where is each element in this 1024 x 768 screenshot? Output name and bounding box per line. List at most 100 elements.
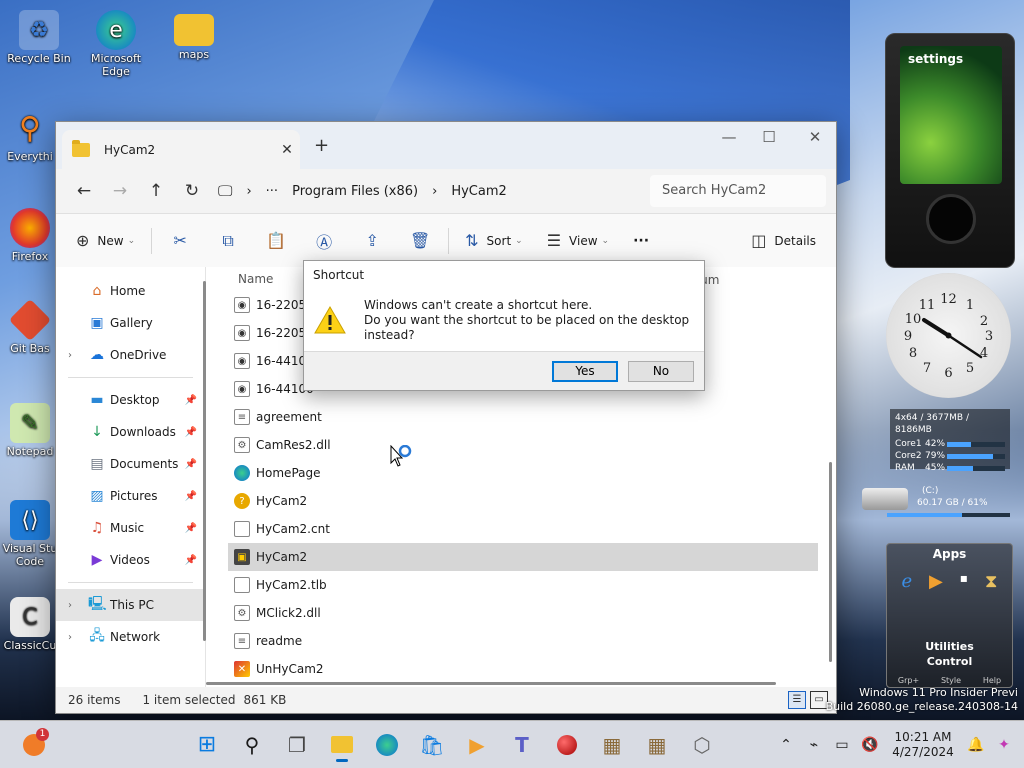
paste-button[interactable]: 📋 [252, 224, 300, 258]
address-bar[interactable]: 🖵 › ··· Program Files (x86) › HyCam2 [218, 175, 608, 207]
chevron-right-icon[interactable]: › [68, 600, 72, 611]
nav-item-this-pc[interactable]: › 🖳 This PC [56, 589, 205, 621]
file-row[interactable]: ⚙ CamRes2.dll [228, 431, 818, 459]
up-arrow-icon[interactable]: ↑ [138, 175, 174, 207]
back-arrow-icon[interactable]: ← [66, 175, 102, 207]
breadcrumb-hycam2[interactable]: HyCam2 [451, 184, 506, 199]
nav-item-documents[interactable]: ▤ Documents 📌 [56, 448, 205, 480]
pin-icon[interactable]: 📌 [185, 523, 197, 534]
search-input[interactable]: Search HyCam2 [650, 175, 826, 207]
desktop-icon-notepad[interactable]: ✎ Notepad [0, 403, 60, 458]
share-button[interactable]: ⇪ [348, 224, 396, 258]
media-player-title[interactable]: settings [900, 46, 1002, 72]
vertical-scrollbar[interactable] [829, 462, 832, 662]
yes-button[interactable]: Yes [552, 361, 618, 382]
taskbar-edge[interactable] [369, 727, 405, 763]
chevron-right-icon[interactable]: › [68, 632, 72, 643]
taskbar-red-app[interactable] [549, 727, 585, 763]
tab-close-icon[interactable]: ✕ [274, 142, 300, 158]
taskbar-installer-1[interactable]: ▦ [594, 727, 630, 763]
forward-arrow-icon[interactable]: → [102, 175, 138, 207]
taskbar-store[interactable]: 🛍 [414, 727, 450, 763]
desktop-icon-git-bash[interactable]: Git Bas [0, 298, 60, 355]
search-button[interactable]: ⚲ [234, 727, 270, 763]
cut-button[interactable]: ✂ [156, 224, 204, 258]
network-offline-icon[interactable]: ⌁ [800, 737, 828, 753]
close-button[interactable]: ✕ [792, 124, 836, 150]
display-icon[interactable]: ▭ [828, 737, 856, 753]
desktop-icon-classic[interactable]: C ClassicCu [0, 597, 60, 652]
apps-control[interactable]: Control [887, 655, 1012, 668]
file-row[interactable]: HyCam2.cnt [228, 515, 818, 543]
sort-button[interactable]: ⇅ Sort ⌄ [453, 224, 535, 258]
taskbar-installer-2[interactable]: ▦ [639, 727, 675, 763]
taskbar-media-player[interactable]: ▶ [459, 727, 495, 763]
nav-item-network[interactable]: › 🖧 Network [56, 621, 205, 653]
nav-item-desktop[interactable]: ▬ Desktop 📌 [56, 384, 205, 416]
details-button[interactable]: ◫ Details [739, 224, 828, 258]
nav-item-downloads[interactable]: ↓ Downloads 📌 [56, 416, 205, 448]
hourglass-icon[interactable]: ⧗ [985, 571, 998, 592]
apps-footer-style[interactable]: Style [941, 676, 961, 685]
new-button[interactable]: ⊕ New ⌄ [64, 224, 147, 258]
no-button[interactable]: No [628, 361, 694, 382]
file-row[interactable]: ✕ UnHyCam2 [228, 655, 818, 683]
tab-hycam2[interactable]: HyCam2 ✕ [62, 130, 300, 169]
maximize-button[interactable]: ☐ [746, 124, 792, 150]
file-row[interactable]: HomePage [228, 459, 818, 487]
file-row[interactable]: ≡ readme [228, 627, 818, 655]
apps-utilities[interactable]: Utilities [887, 640, 1012, 653]
nav-item-home[interactable]: ⌂ Home [56, 275, 205, 307]
view-button[interactable]: ☰ View ⌄ [535, 224, 621, 258]
desktop-icon-vscode[interactable]: ⟨⟩ Visual Stu Code [0, 500, 60, 568]
desktop-icon-edge[interactable]: e Microsoft Edge [77, 10, 155, 78]
file-row[interactable]: HyCam2.tlb [228, 571, 818, 599]
details-view-icon[interactable]: ☰ [788, 691, 806, 709]
notification-bell-icon[interactable]: 🔔 [962, 737, 990, 753]
new-tab-button[interactable]: + [314, 135, 329, 156]
pin-icon[interactable]: 📌 [185, 459, 197, 470]
column-header-name[interactable]: Name [238, 272, 273, 286]
file-row[interactable]: ? HyCam2 [228, 487, 818, 515]
taskbar-cube-app[interactable]: ⬡ [684, 727, 720, 763]
file-row[interactable]: ▣ HyCam2 [228, 543, 818, 571]
file-row[interactable]: ≡ agreement [228, 403, 818, 431]
nav-item-pictures[interactable]: ▨ Pictures 📌 [56, 480, 205, 512]
media-center-icon[interactable]: ▶ [929, 571, 943, 592]
nav-item-gallery[interactable]: ▣ Gallery [56, 307, 205, 339]
taskbar-clock[interactable]: 10:21 AM 4/27/2024 [884, 730, 962, 760]
taskbar-file-explorer[interactable] [324, 727, 360, 763]
desktop-icon-firefox[interactable]: Firefox [0, 208, 60, 263]
refresh-icon[interactable]: ↻ [174, 175, 210, 207]
taskbar-teams[interactable]: T [504, 727, 540, 763]
media-player-pad[interactable] [926, 194, 976, 244]
pin-icon[interactable]: 📌 [185, 427, 197, 438]
nav-item-music[interactable]: ♫ Music 📌 [56, 512, 205, 544]
widgets-button[interactable]: 1 [16, 727, 52, 763]
horizontal-scrollbar[interactable] [206, 682, 776, 685]
desktop-icon-maps[interactable]: maps [155, 10, 233, 61]
nav-item-onedrive[interactable]: › ☁ OneDrive [56, 339, 205, 371]
desktop-icon-recycle-bin[interactable]: ♻ Recycle Bin [0, 10, 78, 65]
delete-button[interactable]: 🗑 [396, 224, 444, 258]
copy-button[interactable]: ⧉ [204, 224, 252, 258]
apps-footer-help[interactable]: Help [983, 676, 1001, 685]
media-player-gadget[interactable]: settings [885, 33, 1015, 268]
breadcrumb-program-files[interactable]: Program Files (x86) [292, 184, 418, 199]
nav-item-videos[interactable]: ▶ Videos 📌 [56, 544, 205, 576]
desktop-icon-everything[interactable]: ⚲ Everythi [0, 108, 60, 163]
start-button[interactable]: ⊞ [189, 727, 225, 763]
rename-button[interactable]: Ⓐ [300, 224, 348, 258]
chevron-up-icon[interactable]: ⌃ [772, 737, 800, 753]
terminal-icon[interactable]: ▪ [960, 571, 968, 592]
apps-footer-group[interactable]: Grp+ [898, 676, 919, 685]
volume-muted-icon[interactable]: 🔇 [856, 737, 884, 753]
internet-explorer-icon[interactable]: ℯ [901, 571, 912, 592]
task-view-button[interactable]: ❐ [279, 727, 315, 763]
pin-icon[interactable]: 📌 [185, 555, 197, 566]
breadcrumb-more[interactable]: ··· [266, 184, 278, 199]
pin-icon[interactable]: 📌 [185, 395, 197, 406]
chevron-right-icon[interactable]: › [68, 350, 72, 361]
pin-icon[interactable]: 📌 [185, 491, 197, 502]
more-options-button[interactable]: ··· [621, 224, 661, 258]
